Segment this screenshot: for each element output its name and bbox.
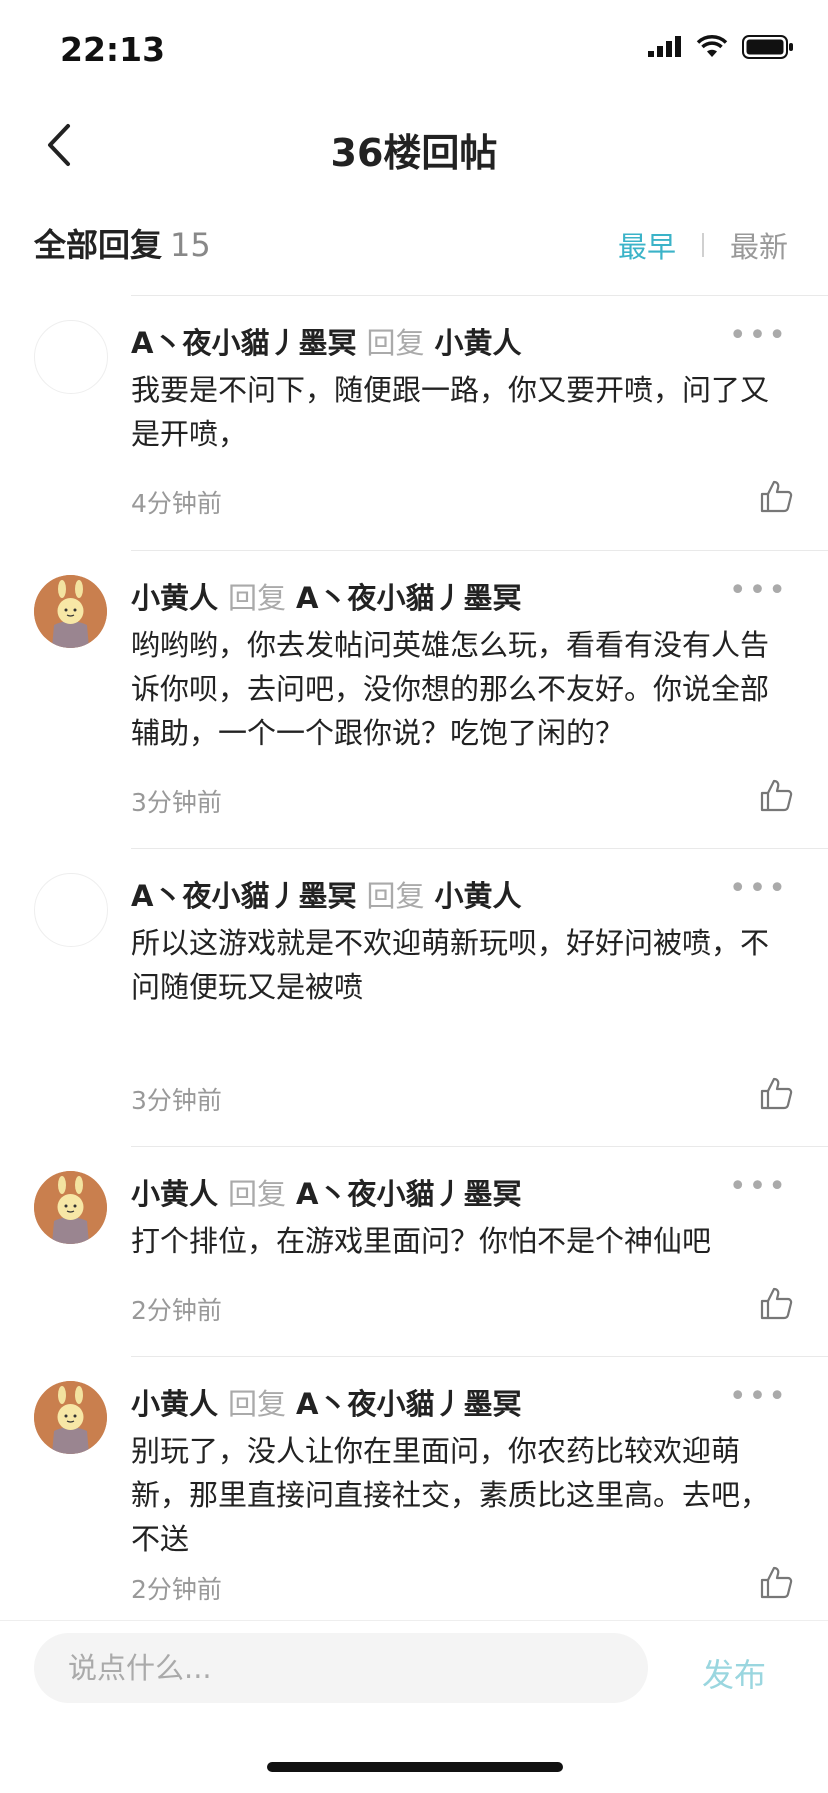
reply-word: 回复 xyxy=(228,1177,287,1211)
replies-count: 15 xyxy=(170,226,211,264)
all-replies-header: 全部回复 15 xyxy=(34,220,211,266)
reply-names: 小黄人 回复 A丶夜小貓丿墨冥 xyxy=(131,1171,521,1213)
more-dots-icon: ••• xyxy=(728,1379,788,1414)
reply-target[interactable]: A丶夜小貓丿墨冥 xyxy=(296,1387,521,1421)
reply-word: 回复 xyxy=(228,1387,287,1421)
reply-content: 我要是不问下，随便跟一路，你又要开喷，问了又是开喷， xyxy=(131,373,770,451)
more-dots-icon: ••• xyxy=(728,318,788,353)
more-button[interactable]: ••• xyxy=(729,1379,788,1414)
reply-author[interactable]: A丶夜小貓丿墨冥 xyxy=(131,879,356,913)
thumbs-up-icon[interactable] xyxy=(758,478,794,514)
bunny-character-icon xyxy=(34,575,107,648)
reply-target[interactable]: 小黄人 xyxy=(434,326,521,360)
reply-target[interactable]: A丶夜小貓丿墨冥 xyxy=(296,1177,521,1211)
signal-icon xyxy=(648,36,681,57)
more-button[interactable]: ••• xyxy=(729,871,788,906)
reply-item: 小黄人 回复 A丶夜小貓丿墨冥 ••• 哟哟哟，你去发帖问英雄怎么玩，看看有没有人告… xyxy=(0,551,828,848)
reply-word: 回复 xyxy=(228,581,287,615)
more-button[interactable]: ••• xyxy=(729,573,788,608)
reply-author[interactable]: 小黄人 xyxy=(131,1177,218,1211)
more-dots-icon: ••• xyxy=(728,1169,788,1204)
avatar[interactable] xyxy=(34,1381,107,1454)
thumbs-up-icon[interactable] xyxy=(758,777,794,813)
reply-time: 4分钟前 xyxy=(131,489,222,518)
thumbs-up-icon[interactable] xyxy=(758,1564,794,1600)
reply-names: 小黄人 回复 A丶夜小貓丿墨冥 xyxy=(131,575,521,617)
sort-latest-button[interactable]: 最新 xyxy=(730,224,788,266)
home-indicator[interactable] xyxy=(267,1762,563,1772)
more-dots-icon: ••• xyxy=(728,871,788,906)
reply-content: 所以这游戏就是不欢迎萌新玩呗，好好问被喷，不问随便玩又是被喷 xyxy=(131,926,770,1004)
status-time: 22:13 xyxy=(60,30,166,69)
reply-content: 别玩了，没人让你在里面问，你农药比较欢迎萌新，那里直接问直接社交，素质比这里高。… xyxy=(131,1434,770,1556)
reply-target[interactable]: 小黄人 xyxy=(434,879,521,913)
reply-time: 3分钟前 xyxy=(131,1086,222,1115)
avatar[interactable] xyxy=(34,320,108,394)
reply-time: 2分钟前 xyxy=(131,1296,222,1325)
reply-list: A丶夜小貓丿墨冥 回复 小黄人 ••• 我要是不问下，随便跟一路，你又要开喷，问了又… xyxy=(0,295,828,1617)
reply-author[interactable]: A丶夜小貓丿墨冥 xyxy=(131,326,356,360)
bunny-character-icon xyxy=(34,1381,107,1454)
thumbs-up-icon[interactable] xyxy=(758,1285,794,1321)
reply-word: 回复 xyxy=(366,326,425,360)
composer-divider xyxy=(0,1620,828,1621)
battery-icon xyxy=(742,35,793,59)
page-title: 36楼回帖 xyxy=(330,131,498,175)
publish-button[interactable]: 发布 xyxy=(702,1650,766,1696)
reply-names: 小黄人 回复 A丶夜小貓丿墨冥 xyxy=(131,1381,521,1423)
reply-content: 打个排位，在游戏里面问？你怕不是个神仙吧 xyxy=(131,1224,712,1258)
reply-item: 小黄人 回复 A丶夜小貓丿墨冥 ••• 打个排位，在游戏里面问？你怕不是个神仙吧 2… xyxy=(0,1147,828,1356)
reply-time: 3分钟前 xyxy=(131,788,222,817)
reply-author[interactable]: 小黄人 xyxy=(131,1387,218,1421)
comment-input[interactable]: 说点什么... xyxy=(34,1633,648,1703)
thumbs-up-icon[interactable] xyxy=(758,1075,794,1111)
reply-thread-screen: 22:13 36楼回帖 全部回复 15 最早 最新 A丶夜小貓丿墨冥 回复 小黄… xyxy=(0,0,828,1793)
all-replies-label: 全部回复 xyxy=(34,226,163,264)
reply-names: A丶夜小貓丿墨冥 回复 小黄人 xyxy=(131,873,521,915)
status-icons xyxy=(648,34,794,60)
sort-earliest-button[interactable]: 最早 xyxy=(618,224,676,266)
avatar[interactable] xyxy=(34,575,107,648)
reply-time: 2分钟前 xyxy=(131,1575,222,1604)
reply-author[interactable]: 小黄人 xyxy=(131,581,218,615)
reply-item: A丶夜小貓丿墨冥 回复 小黄人 ••• 所以这游戏就是不欢迎萌新玩呗，好好问被喷，不… xyxy=(0,849,828,1146)
avatar[interactable] xyxy=(34,1171,107,1244)
avatar[interactable] xyxy=(34,873,108,947)
more-dots-icon: ••• xyxy=(728,573,788,608)
sort-divider xyxy=(701,233,704,257)
more-button[interactable]: ••• xyxy=(729,1169,788,1204)
reply-names: A丶夜小貓丿墨冥 回复 小黄人 xyxy=(131,320,521,362)
reply-content: 哟哟哟，你去发帖问英雄怎么玩，看看有没有人告诉你呗，去问吧，没你想的那么不友好。… xyxy=(131,628,770,750)
reply-word: 回复 xyxy=(366,879,425,913)
sort-toggle: 最早 最新 xyxy=(618,224,788,266)
more-button[interactable]: ••• xyxy=(729,318,788,353)
reply-item: 小黄人 回复 A丶夜小貓丿墨冥 ••• 别玩了，没人让你在里面问，你农药比较欢迎萌新… xyxy=(0,1357,828,1617)
reply-item: A丶夜小貓丿墨冥 回复 小黄人 ••• 我要是不问下，随便跟一路，你又要开喷，问了又… xyxy=(0,296,828,550)
wifi-icon xyxy=(696,35,728,57)
reply-target[interactable]: A丶夜小貓丿墨冥 xyxy=(296,581,521,615)
bunny-character-icon xyxy=(34,1171,107,1244)
